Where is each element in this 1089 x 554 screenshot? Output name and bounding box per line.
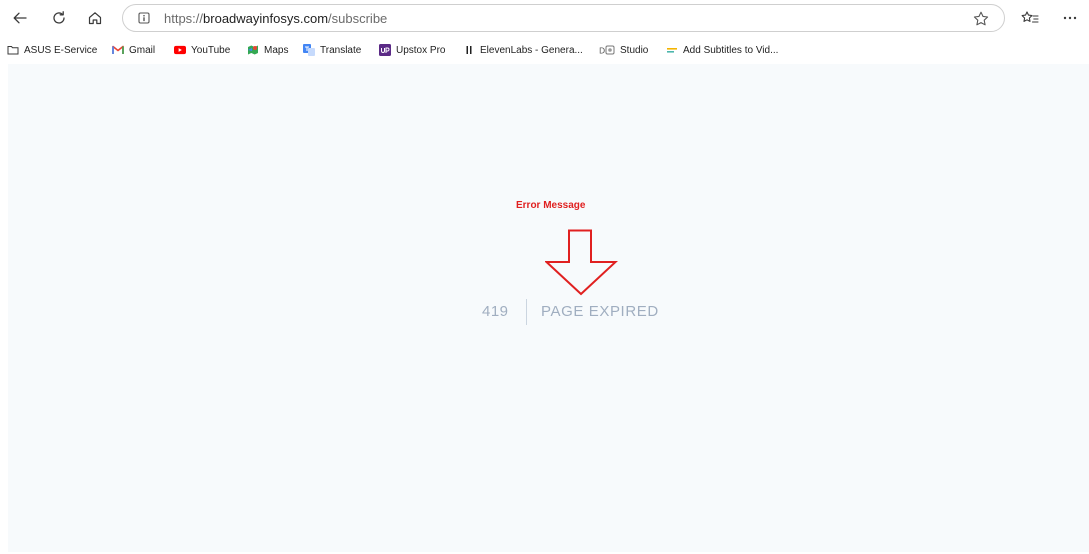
elevenlabs-icon: [463, 44, 475, 56]
bookmark-studio[interactable]: D Studio: [599, 42, 648, 58]
favorites-icon: [1021, 11, 1039, 23]
bookmark-asus-e-service[interactable]: ASUS E-Service: [7, 42, 97, 58]
bookmarks-bar: ASUS E-Service Gmail YouTube Maps Transl…: [0, 38, 1089, 62]
error-code: 419: [482, 303, 509, 320]
bookmark-label: Maps: [264, 44, 289, 56]
address-bar[interactable]: https://broadwayinfosys.com/subscribe: [122, 4, 1005, 32]
bookmark-add-subtitles[interactable]: Add Subtitles to Vid...: [666, 42, 778, 58]
back-arrow-icon: [13, 12, 27, 24]
bookmark-elevenlabs[interactable]: ElevenLabs - Genera...: [463, 42, 583, 58]
url-text[interactable]: https://broadwayinfosys.com/subscribe: [164, 11, 387, 26]
annotation-label: Error Message: [516, 200, 586, 211]
down-arrow-annotation: [545, 229, 618, 296]
maps-icon: [247, 44, 259, 56]
error-message: PAGE EXPIRED: [541, 303, 659, 320]
bookmark-label: Add Subtitles to Vid...: [683, 44, 779, 56]
bookmark-label: Translate: [320, 44, 362, 56]
translate-icon: [303, 44, 315, 56]
error-divider: [526, 299, 527, 325]
gmail-icon: [112, 44, 124, 56]
refresh-icon: [53, 11, 65, 24]
home-icon: [88, 12, 102, 25]
bookmark-label: Studio: [620, 44, 649, 56]
upstox-icon: [379, 44, 391, 56]
bookmark-maps[interactable]: Maps: [247, 42, 288, 58]
favorites-button[interactable]: [1018, 6, 1042, 30]
more-icon: [1063, 16, 1077, 20]
youtube-icon: [174, 44, 186, 56]
studio-icon: D: [599, 44, 615, 56]
url-domain: broadwayinfosys.com: [203, 11, 329, 26]
bookmark-label: ASUS E-Service: [24, 44, 98, 56]
refresh-button[interactable]: [46, 5, 72, 31]
svg-text:D: D: [599, 47, 605, 56]
url-path: /subscribe: [328, 11, 388, 26]
bookmark-gmail[interactable]: Gmail: [112, 42, 155, 58]
site-info-icon[interactable]: [137, 11, 151, 25]
bookmark-upstox-pro[interactable]: Upstox Pro: [379, 42, 445, 58]
browser-toolbar: https://broadwayinfosys.com/subscribe: [0, 0, 1089, 36]
url-scheme: https://: [164, 11, 204, 26]
star-icon[interactable]: [972, 10, 990, 28]
subtitles-icon: [666, 44, 678, 56]
bookmark-label: YouTube: [191, 44, 231, 56]
bookmark-label: Gmail: [129, 44, 156, 56]
folder-icon: [7, 44, 19, 56]
bookmark-youtube[interactable]: YouTube: [174, 42, 230, 58]
bookmark-translate[interactable]: Translate: [303, 42, 361, 58]
home-button[interactable]: [82, 5, 108, 31]
back-button[interactable]: [7, 5, 33, 31]
bookmark-label: Upstox Pro: [396, 44, 446, 56]
menu-button[interactable]: [1058, 6, 1082, 30]
bookmark-label: ElevenLabs - Genera...: [480, 44, 583, 56]
